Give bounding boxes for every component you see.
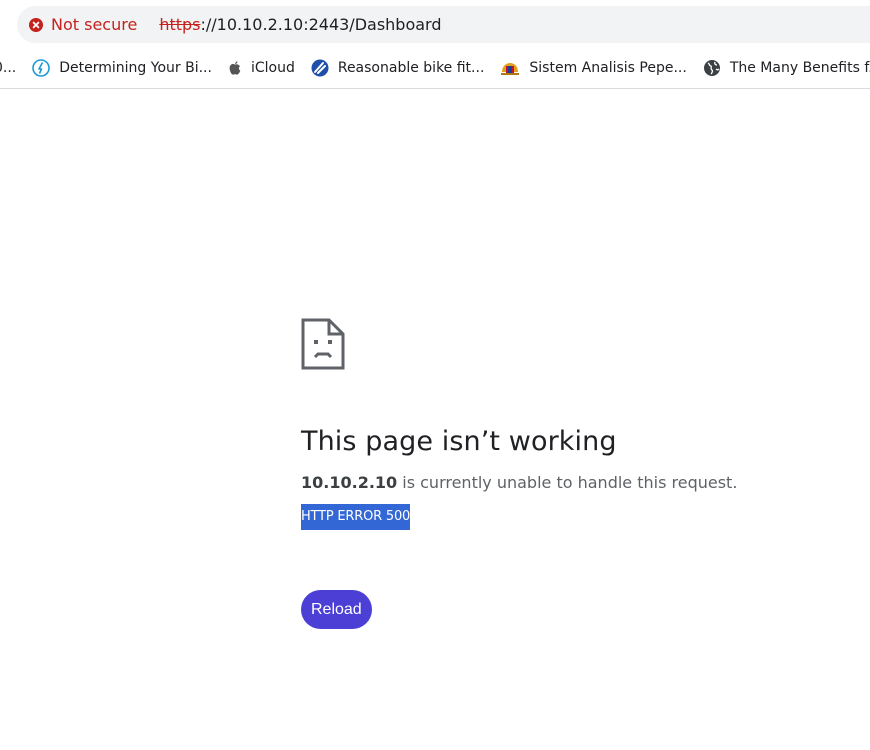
bookmark-label: Determining Your Bi... bbox=[59, 60, 212, 76]
bookmark-reasonable-bike-fit[interactable]: Reasonable bike fit... bbox=[303, 53, 493, 83]
address-bar-row: Not secure https://10.10.2.10:2443/Dashb… bbox=[0, 0, 870, 48]
apple-icon bbox=[229, 61, 241, 75]
bookmark-sistem-analisis[interactable]: Sistem Analisis Pepe... bbox=[492, 53, 694, 83]
malaysia-crest-icon bbox=[501, 63, 520, 75]
error-message: is currently unable to handle this reque… bbox=[397, 473, 738, 492]
error-code: HTTP ERROR 500 bbox=[301, 504, 410, 530]
error-page-content: This page isn’t working 10.10.2.10 is cu… bbox=[301, 318, 841, 629]
bookmark-partial[interactable]: 0... bbox=[0, 53, 24, 83]
bookmark-icloud[interactable]: iCloud bbox=[220, 53, 303, 83]
bookmark-label: Sistem Analisis Pepe... bbox=[529, 60, 687, 76]
bookmark-label: 0... bbox=[0, 60, 17, 76]
url-host-path: ://10.10.2.10:2443/Dashboard bbox=[200, 15, 442, 34]
error-host: 10.10.2.10 bbox=[301, 473, 398, 492]
reload-button[interactable]: Reload bbox=[301, 590, 372, 629]
not-secure-label: Not secure bbox=[51, 15, 138, 34]
sad-page-icon bbox=[301, 318, 345, 370]
bookmark-label: The Many Benefits f... bbox=[729, 60, 870, 76]
bookmark-many-benefits[interactable]: The Many Benefits f... bbox=[695, 53, 870, 83]
error-description: 10.10.2.10 is currently unable to handle… bbox=[301, 470, 841, 496]
bookmark-label: Reasonable bike fit... bbox=[337, 60, 485, 76]
url-scheme: https bbox=[159, 15, 201, 34]
bike-fit-icon bbox=[32, 59, 51, 77]
bookmark-label: iCloud bbox=[250, 60, 295, 76]
url-text[interactable]: https://10.10.2.10:2443/Dashboard bbox=[159, 15, 441, 34]
bookmarks-bar: 0... Determining Your Bi... iCloud Reaso… bbox=[0, 48, 870, 89]
security-indicator[interactable]: Not secure bbox=[29, 11, 137, 39]
address-bar[interactable]: Not secure https://10.10.2.10:2443/Dashb… bbox=[17, 6, 870, 43]
error-title: This page isn’t working bbox=[301, 426, 617, 457]
globe-icon bbox=[703, 60, 720, 76]
bike-fit-logo-icon bbox=[311, 59, 329, 77]
bookmark-determining-your-bike[interactable]: Determining Your Bi... bbox=[24, 53, 220, 83]
not-secure-icon bbox=[29, 17, 43, 32]
